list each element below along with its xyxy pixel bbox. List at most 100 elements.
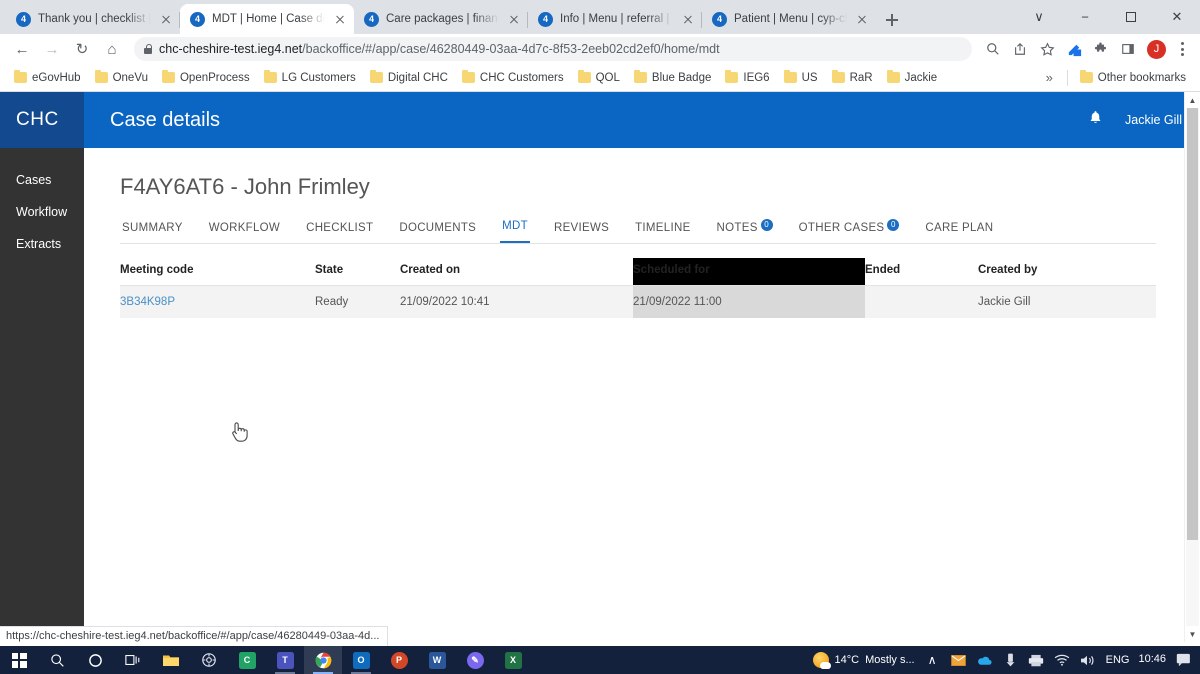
taskbar-items: C T O P W ✎ X — [0, 646, 532, 674]
extensions-icon[interactable] — [1088, 36, 1114, 62]
action-center-icon[interactable] — [1175, 653, 1192, 667]
bookmarks-overflow-button[interactable]: » — [1038, 70, 1061, 85]
bookmark-item[interactable]: LG Customers — [258, 69, 362, 87]
green-app-icon[interactable]: C — [228, 646, 266, 674]
wifi-icon[interactable] — [1054, 654, 1071, 666]
folder-icon — [886, 69, 900, 83]
table-header-row: Meeting code State Created on Scheduled … — [120, 258, 1156, 286]
column-header-scheduled-for[interactable]: Scheduled for — [633, 258, 865, 286]
file-explorer-icon[interactable] — [152, 646, 190, 674]
volume-icon[interactable] — [1080, 654, 1097, 667]
tab-close-icon[interactable] — [332, 11, 348, 27]
back-button[interactable]: ← — [8, 35, 36, 63]
tab-close-icon[interactable] — [158, 11, 174, 27]
tab-care-plan[interactable]: CARE PLAN — [923, 216, 995, 243]
windows-start-icon[interactable] — [0, 646, 38, 674]
bookmark-item[interactable]: RaR — [826, 69, 879, 87]
close-window-button[interactable]: ✕ — [1154, 0, 1200, 34]
column-header-meeting-code[interactable]: Meeting code — [120, 258, 315, 286]
browser-tab[interactable]: 4 Info | Menu | referral | S1 — [528, 4, 702, 34]
task-view-icon[interactable] — [114, 646, 152, 674]
teams-icon[interactable]: T — [266, 646, 304, 674]
app-brand-logo[interactable]: CHC — [0, 92, 84, 148]
browser-tab[interactable]: 4 Patient | Menu | cyp-chec — [702, 4, 876, 34]
bookmark-item[interactable]: eGovHub — [8, 69, 87, 87]
bookmark-item[interactable]: OpenProcess — [156, 69, 256, 87]
notification-bell-icon[interactable] — [1088, 110, 1103, 130]
settings-app-icon[interactable] — [190, 646, 228, 674]
tab-checklist[interactable]: CHECKLIST — [304, 216, 375, 243]
page-scrollbar[interactable]: ▲ ▼ — [1184, 92, 1200, 642]
home-button[interactable]: ⌂ — [98, 35, 126, 63]
weather-widget[interactable]: 14°C Mostly s... — [812, 652, 915, 669]
column-header-created-on[interactable]: Created on — [400, 258, 633, 286]
search-icon[interactable] — [38, 646, 76, 674]
tab-search-chevron-icon[interactable]: ∨ — [1016, 0, 1062, 34]
paint-icon[interactable]: ✎ — [456, 646, 494, 674]
address-bar[interactable]: chc-cheshire-test.ieg4.net/backoffice/#/… — [134, 37, 972, 61]
bookmark-item[interactable]: Jackie — [881, 69, 944, 87]
bookmark-item[interactable]: IEG6 — [719, 69, 775, 87]
tab-reviews[interactable]: REVIEWS — [552, 216, 611, 243]
column-header-state[interactable]: State — [315, 258, 400, 286]
mail-icon[interactable] — [950, 654, 967, 666]
scroll-up-arrow-icon[interactable]: ▲ — [1185, 92, 1200, 108]
word-icon[interactable]: W — [418, 646, 456, 674]
tab-notes[interactable]: NOTES 0 — [715, 216, 775, 243]
bookmark-star-icon[interactable] — [1034, 36, 1060, 62]
outlook-icon[interactable]: O — [342, 646, 380, 674]
current-user-label[interactable]: Jackie Gill — [1125, 113, 1182, 127]
three-dot-menu-icon[interactable] — [1172, 42, 1192, 56]
browser-tab-active[interactable]: 4 MDT | Home | Case detail — [180, 4, 354, 34]
scrollbar-thumb[interactable] — [1187, 108, 1198, 540]
sidebar-item-workflow[interactable]: Workflow — [0, 196, 84, 228]
taskbar-clock[interactable]: 10:46 — [1138, 654, 1166, 666]
profile-avatar[interactable]: J — [1147, 39, 1166, 59]
cell-meeting-code[interactable]: 3B34K98P — [120, 286, 315, 319]
new-tab-button[interactable] — [878, 6, 906, 34]
cortana-icon[interactable] — [76, 646, 114, 674]
language-indicator[interactable]: ENG — [1106, 654, 1130, 666]
system-tray: 14°C Mostly s... ∧ ENG 10:46 — [812, 652, 1200, 669]
bookmark-item[interactable]: QOL — [572, 69, 626, 87]
tab-close-icon[interactable] — [506, 11, 522, 27]
sidebar-item-cases[interactable]: Cases — [0, 164, 84, 196]
maximize-button[interactable] — [1108, 0, 1154, 34]
share-icon[interactable] — [1007, 36, 1033, 62]
minimize-button[interactable]: − — [1062, 0, 1108, 34]
tab-close-icon[interactable] — [854, 11, 870, 27]
bookmark-item[interactable]: CHC Customers — [456, 69, 570, 87]
other-bookmarks-item[interactable]: Other bookmarks — [1074, 69, 1192, 87]
bookmark-item[interactable]: OneVu — [89, 69, 154, 87]
meeting-code-link[interactable]: 3B34K98P — [120, 296, 175, 308]
windows-update-icon[interactable] — [1002, 653, 1019, 667]
search-icon[interactable] — [980, 36, 1006, 62]
powerpoint-icon[interactable]: P — [380, 646, 418, 674]
bookmark-item[interactable]: Blue Badge — [628, 69, 717, 87]
chrome-icon[interactable] — [304, 646, 342, 674]
tray-overflow-chevron-icon[interactable]: ∧ — [924, 653, 941, 667]
tab-summary[interactable]: SUMMARY — [120, 216, 185, 243]
bookmark-item[interactable]: Digital CHC — [364, 69, 454, 87]
tab-documents[interactable]: DOCUMENTS — [397, 216, 478, 243]
forward-button[interactable]: → — [38, 35, 66, 63]
side-panel-icon[interactable] — [1115, 36, 1141, 62]
table-row[interactable]: 3B34K98P Ready 21/09/2022 10:41 21/09/20… — [120, 285, 1156, 319]
column-header-ended[interactable]: Ended — [865, 258, 978, 286]
bookmark-item[interactable]: US — [778, 69, 824, 87]
scroll-down-arrow-icon[interactable]: ▼ — [1185, 626, 1200, 642]
sidebar-item-extracts[interactable]: Extracts — [0, 228, 84, 260]
tab-timeline[interactable]: TIMELINE — [633, 216, 692, 243]
browser-tab[interactable]: 4 Thank you | checklist | CH — [6, 4, 180, 34]
browser-tab[interactable]: 4 Care packages | finance | — [354, 4, 528, 34]
column-header-created-by[interactable]: Created by — [978, 258, 1156, 286]
tab-close-icon[interactable] — [680, 11, 696, 27]
tab-mdt[interactable]: MDT — [500, 214, 530, 243]
onedrive-icon[interactable] — [976, 655, 993, 666]
tab-workflow[interactable]: WORKFLOW — [207, 216, 282, 243]
excel-icon[interactable]: X — [494, 646, 532, 674]
highlighter-icon[interactable] — [1061, 36, 1087, 62]
reload-button[interactable]: ↻ — [68, 35, 96, 63]
tab-other-cases[interactable]: OTHER CASES 0 — [797, 216, 902, 243]
printer-icon[interactable] — [1028, 654, 1045, 667]
